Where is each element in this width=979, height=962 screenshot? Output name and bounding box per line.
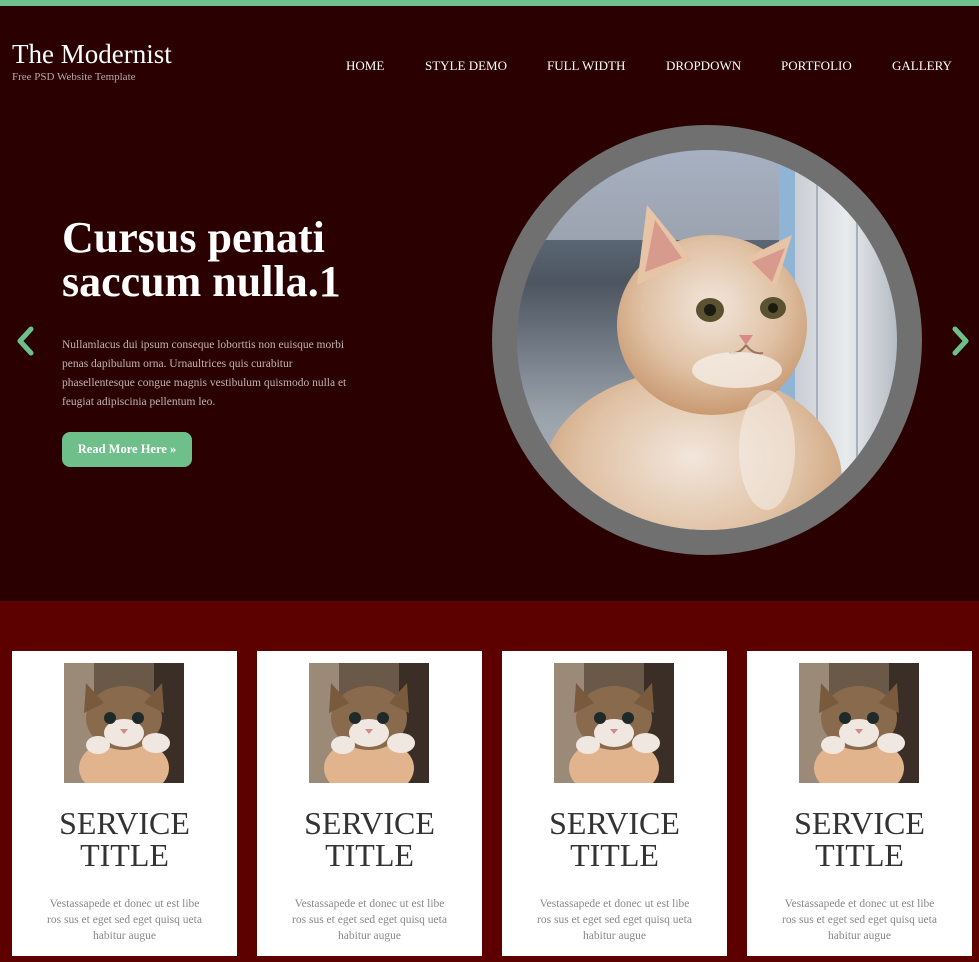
slider-prev-button[interactable] [14, 326, 38, 356]
services-section: SERVICE TITLE Vestassapede et donec ut e… [0, 601, 979, 962]
service-card: SERVICE TITLE Vestassapede et donec ut e… [12, 651, 237, 956]
nav-item-full-width[interactable]: FULL WIDTH [547, 58, 625, 74]
service-title: SERVICE TITLE [304, 805, 435, 873]
site-tagline: Free PSD Website Template [12, 71, 136, 83]
service-text: Vestassapede et donec ut est libe ros su… [782, 898, 937, 942]
hero-image-frame [492, 125, 922, 555]
service-card: SERVICE TITLE Vestassapede et donec ut e… [502, 651, 727, 956]
nav-item-style-demo[interactable]: STYLE DEMO [425, 58, 507, 74]
service-title: SERVICE TITLE [549, 805, 680, 873]
chevron-right-icon [952, 326, 969, 356]
service-card: SERVICE TITLE Vestassapede et donec ut e… [257, 651, 482, 956]
service-text: Vestassapede et donec ut est libe ros su… [47, 898, 202, 942]
nav-item-portfolio[interactable]: PORTFOLIO [781, 58, 852, 74]
service-text: Vestassapede et donec ut est libe ros su… [537, 898, 692, 942]
chevron-left-icon [17, 326, 34, 356]
service-kitten-image [554, 663, 674, 783]
site-logo-title[interactable]: The Modernist [12, 38, 172, 70]
nav-item-dropdown[interactable]: DROPDOWN [666, 58, 741, 74]
service-text: Vestassapede et donec ut est libe ros su… [292, 898, 447, 942]
hero-slider: Cursus penati saccum nulla.1 Nullamlacus… [0, 120, 979, 601]
service-title: SERVICE TITLE [59, 805, 190, 873]
read-more-button[interactable]: Read More Here » [62, 432, 192, 467]
site-header: The Modernist Free PSD Website Template … [0, 6, 979, 120]
hero-description: Nullamlacus dui ipsum conseque loborttis… [62, 339, 347, 408]
service-card: SERVICE TITLE Vestassapede et donec ut e… [747, 651, 972, 956]
slider-next-button[interactable] [948, 326, 972, 356]
service-title: SERVICE TITLE [794, 805, 925, 873]
service-kitten-image [309, 663, 429, 783]
hero-kitten-photo [517, 150, 897, 530]
nav-item-gallery[interactable]: GALLERY [892, 58, 952, 74]
hero-title: Cursus penati saccum nulla.1 [62, 213, 341, 306]
nav-item-home[interactable]: HOME [346, 58, 384, 74]
service-kitten-image [799, 663, 919, 783]
service-kitten-image [64, 663, 184, 783]
